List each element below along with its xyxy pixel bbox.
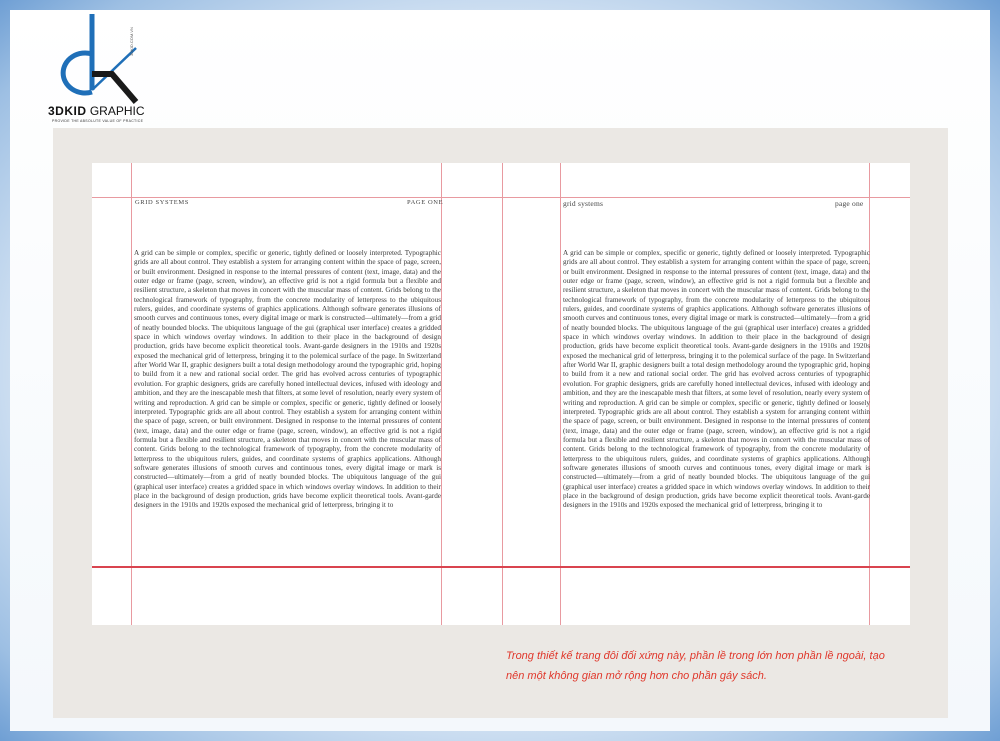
right-page-label: page one xyxy=(835,199,864,208)
guide-right-inner xyxy=(560,163,561,625)
guide-gutter xyxy=(502,163,503,625)
logo-brand-bold: 3DKID xyxy=(48,104,87,118)
left-body-text: A grid can be simple or complex, specifi… xyxy=(134,249,441,510)
guide-top-margin xyxy=(92,197,910,198)
dk-logo-icon xyxy=(60,14,139,104)
logo-wordmark: 3DKID GRAPHIC xyxy=(48,104,158,118)
logo-brand-light: GRAPHIC xyxy=(86,104,145,118)
logo-vertical-text: 3DKID.COM.VN xyxy=(129,27,134,56)
guide-bottom-margin xyxy=(92,566,910,568)
guide-left-outer xyxy=(131,163,132,625)
right-body-text: A grid can be simple or complex, specifi… xyxy=(563,249,870,510)
book-spread: GRID SYSTEMS PAGE ONE A grid can be simp… xyxy=(92,163,910,625)
left-page-label: PAGE ONE xyxy=(407,199,444,206)
brand-logo: 3DKID.COM.VN 3DKID GRAPHIC PROVIDE THE A… xyxy=(48,12,148,124)
logo-tagline: PROVIDE THE ABSOLUTE VALUE OF PRACTICE xyxy=(52,119,144,123)
left-running-head: GRID SYSTEMS xyxy=(135,199,189,206)
right-running-head: grid systems xyxy=(563,199,604,208)
caption-text: Trong thiết kế trang đôi đối xứng này, p… xyxy=(506,650,885,682)
guide-left-inner xyxy=(441,163,442,625)
